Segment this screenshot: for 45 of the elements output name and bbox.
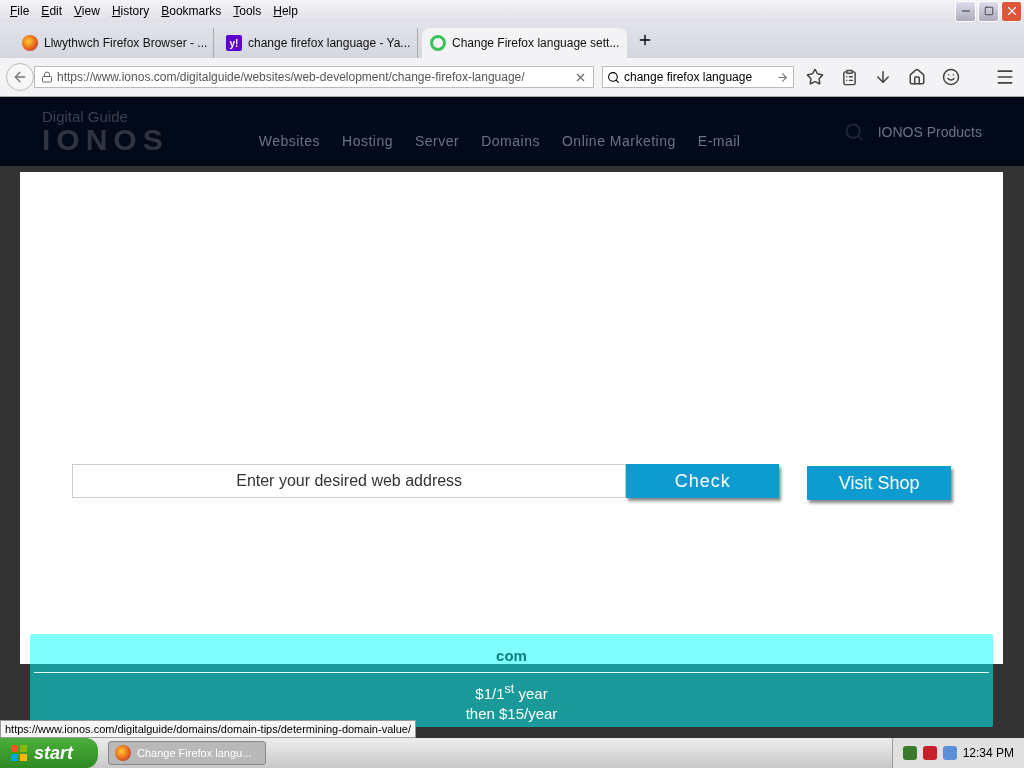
menu-item[interactable]: Edit <box>35 4 69 18</box>
menu-item[interactable]: Tools <box>227 4 268 18</box>
menu-item[interactable]: View <box>68 4 106 18</box>
menu-item[interactable]: Help <box>267 4 304 18</box>
renewal-price-text: then $15/year <box>465 704 558 724</box>
spinner-icon <box>430 35 446 51</box>
nav-link[interactable]: Domains <box>481 132 540 149</box>
clock: 12:34 PM <box>962 746 1014 760</box>
menu-item[interactable]: Bookmarks <box>155 4 228 18</box>
browser-tab[interactable]: Change Firefox language sett... <box>422 28 627 58</box>
minimize-button[interactable] <box>955 0 976 22</box>
restore-icon <box>983 6 994 16</box>
nav-link[interactable]: Hosting <box>342 132 393 149</box>
restore-button[interactable] <box>978 0 999 22</box>
windows-flag-icon <box>10 744 28 762</box>
check-button[interactable]: Check <box>626 464 780 498</box>
new-tab-icon[interactable] <box>637 32 653 48</box>
brand-text: Digital Guide <box>42 108 129 125</box>
tld-label: com <box>496 647 527 664</box>
y-logo-icon: y! <box>226 35 242 51</box>
menu-item[interactable]: History <box>105 4 156 18</box>
status-url: https://www.ionos.com/digitalguide/domains/domain-tips/determining-domain-value/ <box>0 720 416 738</box>
tab-title: Llwythwch Firefox Browser - ... <box>44 36 208 50</box>
nav-link[interactable]: Online Marketing <box>561 132 676 149</box>
tray-icon[interactable] <box>902 746 917 760</box>
close-button[interactable] <box>1001 0 1022 22</box>
search-icon <box>607 70 620 84</box>
tab-title: change firefox language - Ya... <box>248 36 411 50</box>
nav-link[interactable]: Websites <box>258 132 320 149</box>
tab-title: Change Firefox language sett... <box>452 36 620 50</box>
url-text: https://www.ionos.com/digitalguide/websites/web-development/change-firefox-language/ <box>57 70 526 84</box>
go-arrow-icon[interactable] <box>776 70 789 84</box>
start-button[interactable]: start <box>0 738 98 768</box>
price-text: $1/1$^{st}$ year <box>475 681 548 704</box>
visit-shop-button[interactable]: Visit Shop <box>807 466 951 500</box>
back-button[interactable] <box>6 63 34 91</box>
products-link[interactable]: IONOS Products <box>877 123 982 140</box>
search-text: change firefox language <box>624 70 754 84</box>
nav-link[interactable]: Server <box>415 132 460 149</box>
address-field[interactable]: https://www.ionos.com/digitalguide/websites/web-development/change-firefox-language/ <box>34 66 594 88</box>
search-field[interactable]: change firefox language <box>602 66 794 88</box>
nav-link[interactable]: E-mail <box>697 132 741 149</box>
menu-item[interactable]: File <box>4 4 36 18</box>
lock-icon <box>41 71 53 83</box>
domain-input[interactable]: Enter your desired web address <box>72 464 627 498</box>
